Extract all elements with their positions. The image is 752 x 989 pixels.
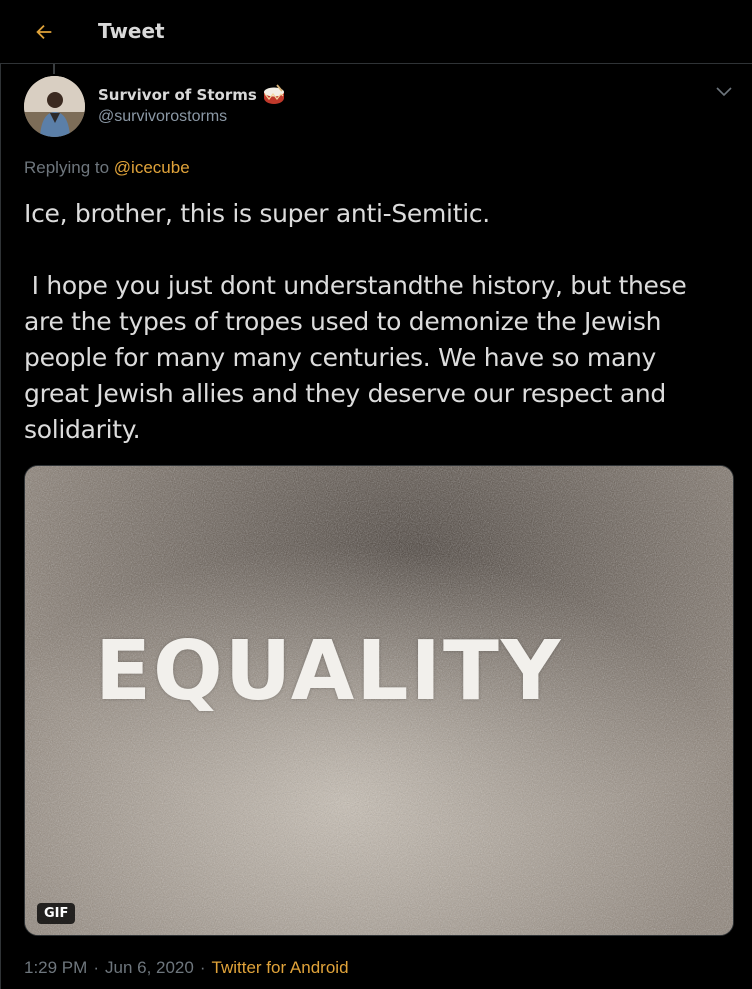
arrow-left-icon — [36, 24, 52, 40]
avatar-image — [24, 76, 85, 137]
avatar[interactable] — [24, 76, 85, 137]
chevron-down-icon — [716, 87, 732, 97]
page-title: Tweet — [98, 19, 165, 43]
mention-link[interactable]: @icecube — [114, 158, 190, 177]
separator: · — [199, 958, 206, 977]
tweet-source-link[interactable]: Twitter for Android — [212, 958, 349, 978]
back-button[interactable] — [26, 14, 62, 50]
tweet-date[interactable]: Jun 6, 2020 — [105, 958, 194, 978]
tweet-metadata: 1:29 PM · Jun 6, 2020 · Twitter for Andr… — [24, 958, 349, 978]
divider — [0, 64, 1, 989]
author-handle[interactable]: @survivorostorms — [98, 108, 227, 126]
gif-overlay-text: EQUALITY — [95, 624, 563, 719]
top-bar: Tweet — [0, 0, 752, 64]
drum-emoji-icon — [263, 84, 284, 104]
replying-label: Replying to — [24, 158, 110, 177]
gif-badge: GIF — [37, 903, 76, 924]
thread-connector — [53, 64, 55, 74]
tweet-time[interactable]: 1:29 PM — [24, 958, 87, 978]
more-options-button[interactable] — [712, 82, 736, 102]
separator: · — [93, 958, 99, 977]
gif-media[interactable]: EQUALITY GIF — [24, 465, 734, 936]
tweet-text: Ice, brother, this is super anti-Semitic… — [24, 199, 687, 444]
replying-to: Replying to @icecube — [24, 158, 190, 178]
author-name-row[interactable]: Survivor of Storms — [98, 84, 286, 106]
author-name[interactable]: Survivor of Storms — [98, 86, 257, 104]
